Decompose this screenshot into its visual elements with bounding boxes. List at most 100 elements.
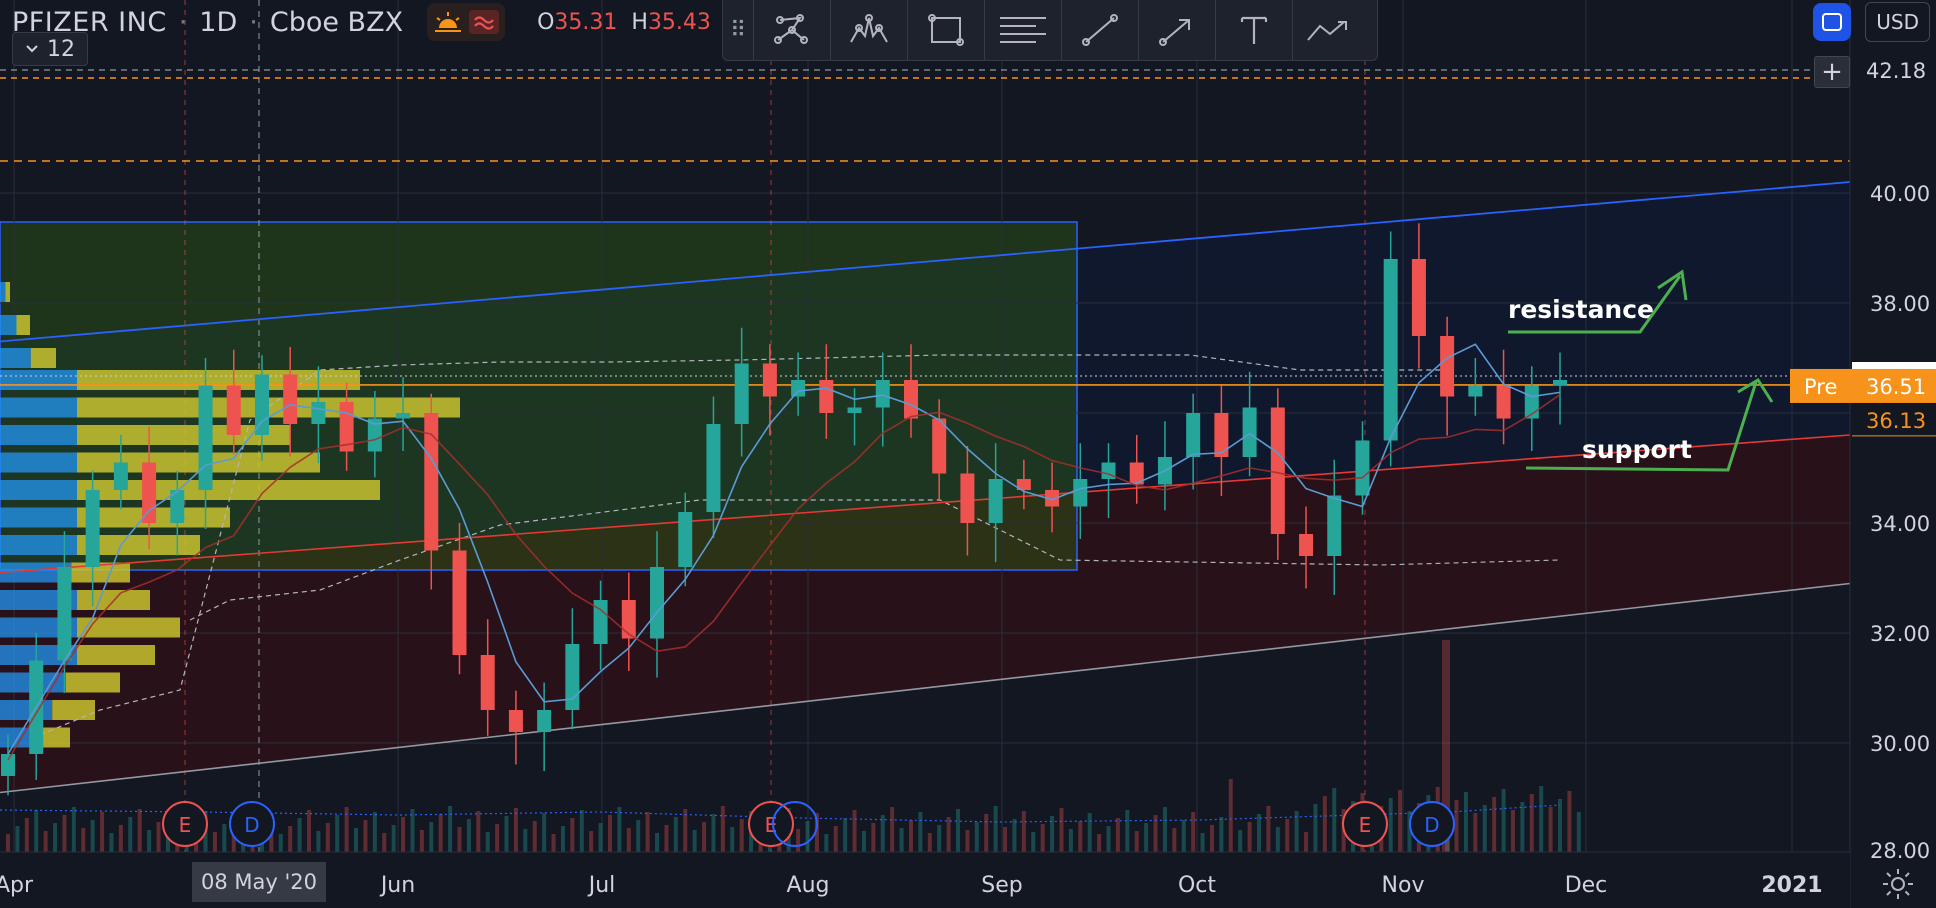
candle-body (226, 385, 241, 435)
candle-body (875, 380, 890, 408)
volume-bar (1209, 825, 1214, 852)
interval-label[interactable]: 1D (199, 7, 237, 38)
head-shoulders-tool[interactable] (830, 0, 907, 60)
volume-profile-bar (0, 348, 31, 368)
volume-bar (739, 819, 744, 852)
candle-body (1411, 259, 1426, 336)
add-alert-button[interactable]: + (1814, 56, 1850, 88)
volume-bar (918, 812, 923, 852)
candle-body (932, 418, 947, 474)
arrow-tool[interactable] (1138, 0, 1215, 60)
volume-bar (626, 828, 631, 852)
volume-bar (843, 818, 848, 852)
price-tag-secondary-value: 36.13 (1866, 409, 1926, 433)
resistance-label: resistance (1508, 295, 1654, 324)
volume-bar (288, 826, 293, 852)
price-tag-pre-label: Pre (1804, 375, 1837, 399)
candle-body (791, 380, 806, 397)
volume-bar (62, 815, 67, 852)
volume-profile-bar (0, 370, 77, 390)
rectangle-tool[interactable] (907, 0, 984, 60)
pattern-tool[interactable] (753, 0, 830, 60)
volume-bar (354, 828, 359, 852)
volume-bar (1388, 798, 1393, 852)
candle-body (85, 490, 100, 567)
volume-bar (1012, 819, 1017, 852)
price-tag-top-value: 42.18 (1866, 59, 1926, 83)
volume-bar (1539, 786, 1544, 852)
volume-bar (598, 823, 603, 852)
candle-body (706, 424, 721, 512)
currency-button[interactable]: USD (1865, 2, 1930, 42)
volume-bar (805, 821, 810, 852)
volume-bar (1115, 818, 1120, 852)
wave-icon (469, 10, 500, 34)
volume-bar (1144, 823, 1149, 852)
volume-profile-bar (77, 645, 155, 665)
volume-bar (306, 810, 311, 852)
volume-bar (984, 814, 989, 852)
volume-profile-bar (77, 452, 320, 473)
volume-profile-bar (38, 727, 70, 748)
candle-body (621, 600, 636, 639)
volume-bar (476, 811, 481, 852)
trend-line-tool[interactable] (1061, 0, 1138, 60)
volume-bar (833, 826, 838, 852)
volume-bar (1106, 826, 1111, 852)
path-tool[interactable] (1292, 0, 1369, 60)
time-tick-label: Dec (1565, 873, 1608, 898)
volume-bar (1576, 812, 1581, 852)
volume-bar (1078, 821, 1083, 852)
price-tag-pre-value: 36.51 (1866, 375, 1926, 399)
volume-bar (1257, 814, 1262, 852)
volume-profile-bar (77, 617, 180, 638)
price-tick-label: 30.00 (1870, 732, 1930, 756)
candle-body (1496, 385, 1511, 419)
volume-bar (1181, 820, 1186, 852)
volume-bar (617, 807, 622, 852)
event-marker-letter: E (179, 813, 192, 837)
snapshot-button[interactable] (1813, 3, 1852, 41)
candle-body (847, 407, 862, 413)
volume-bar (325, 823, 330, 852)
candle-body (1270, 407, 1285, 534)
volume-bar (720, 806, 725, 852)
volume-bar (1332, 788, 1337, 852)
volume-bar (974, 822, 979, 852)
volume-bar (655, 833, 660, 852)
volume-bar (137, 809, 142, 852)
price-chart[interactable]: E D E E Dresistancesupport30.0032.0034.0038.… (0, 0, 1936, 908)
candle-body (311, 402, 326, 424)
candle-body (1073, 479, 1088, 507)
volume-bar (1162, 807, 1167, 852)
volume-bar (335, 815, 340, 852)
volume-bar (1003, 827, 1008, 852)
candle-body (283, 374, 298, 424)
volume-bar (523, 829, 528, 852)
gear-icon[interactable] (1880, 866, 1916, 902)
volume-bar (495, 824, 500, 852)
text-tool[interactable] (1215, 0, 1292, 60)
volume-bar (796, 829, 801, 852)
candle-body (537, 710, 552, 732)
volume-bar (100, 812, 105, 852)
candle-body (1242, 407, 1257, 457)
fib-tool[interactable] (984, 0, 1061, 60)
volume-bar (429, 822, 434, 852)
volume-bar (1238, 830, 1243, 852)
drag-handle-icon[interactable]: ⠿ (723, 0, 753, 60)
volume-bar (542, 813, 547, 852)
candle-body (480, 655, 495, 710)
volume-bar (156, 822, 161, 852)
volume-profile-bar (0, 700, 53, 720)
volume-bar (401, 817, 406, 852)
support-label: support (1582, 435, 1692, 464)
session-icons[interactable] (427, 3, 506, 41)
volume-bar (993, 806, 998, 852)
volume-bar (1275, 827, 1280, 852)
chart-header: PFIZER INC · 1D · Cboe BZX O35.31 H35.43 (0, 0, 711, 44)
candle-body (1383, 259, 1398, 441)
volume-profile-bar (0, 315, 17, 335)
indicator-count-toggle[interactable]: 12 (12, 32, 88, 66)
volume-bar (382, 833, 387, 852)
